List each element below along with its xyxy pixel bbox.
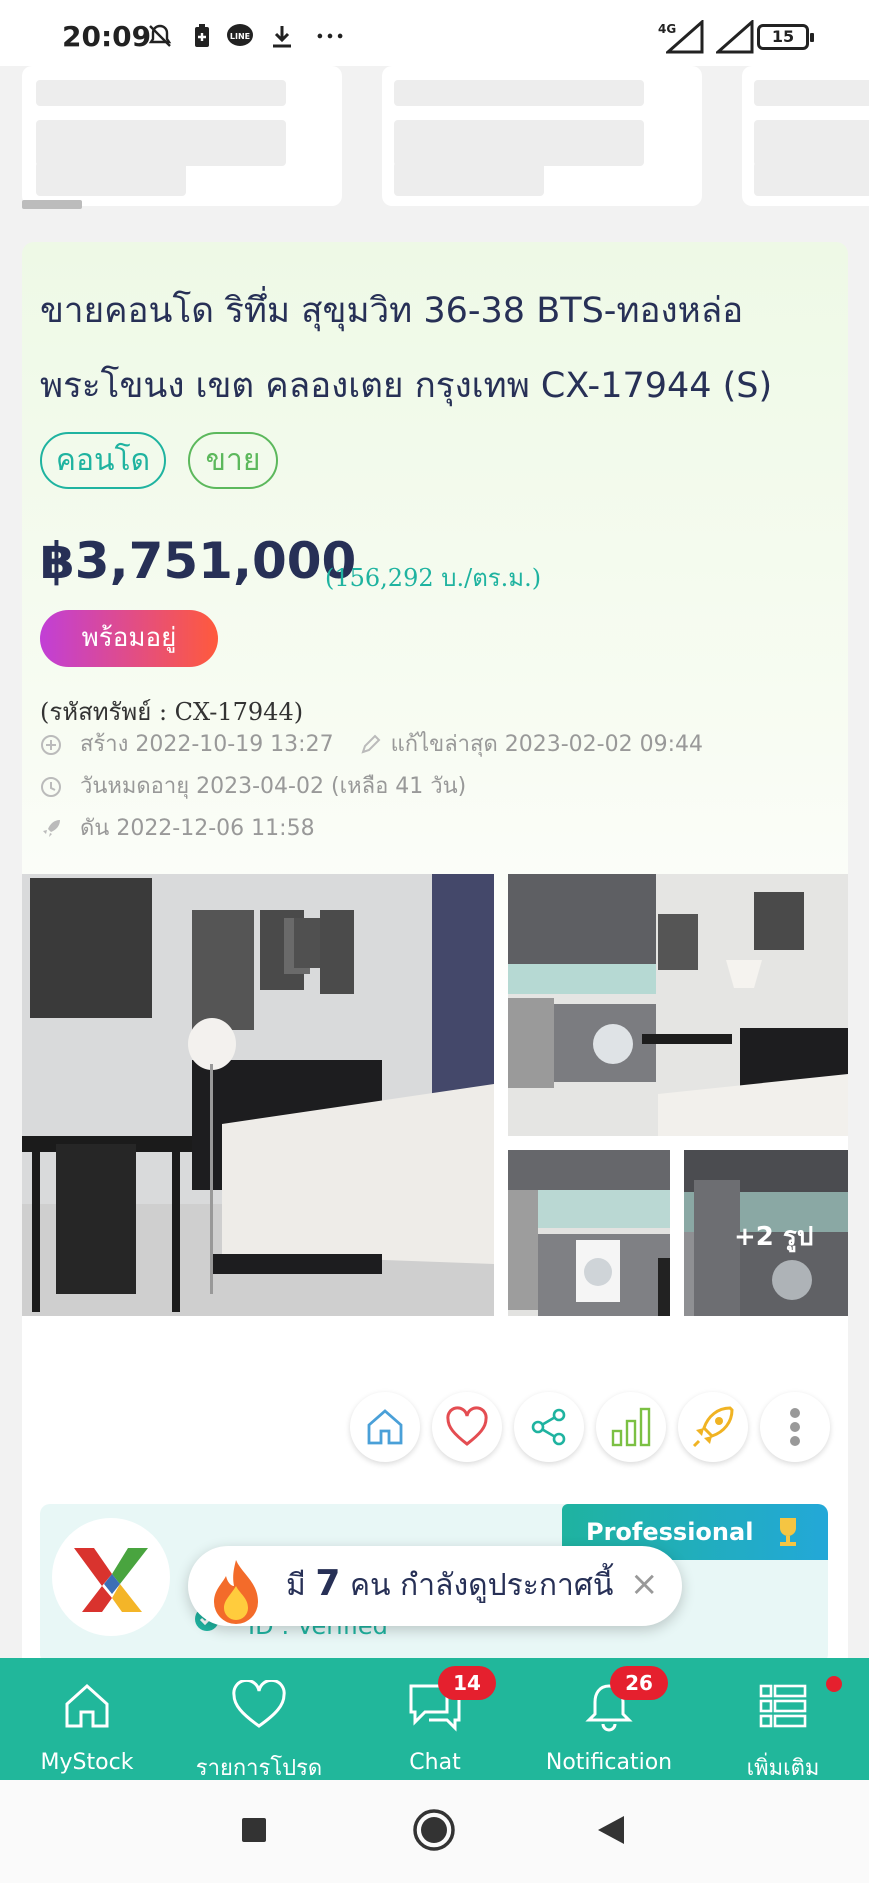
carousel-scroll-indicator (22, 200, 82, 209)
skeleton-card (382, 66, 702, 206)
more-vertical-icon (790, 1408, 800, 1446)
trophy-icon (780, 1518, 796, 1546)
main-photo[interactable] (22, 874, 494, 1316)
home-button-icon[interactable] (412, 1808, 456, 1852)
home-icon (65, 1683, 109, 1728)
mute-bell-icon (148, 24, 172, 47)
related-listings-carousel[interactable] (0, 66, 869, 211)
heart-icon (446, 1406, 488, 1446)
more-options-button[interactable] (760, 1392, 830, 1462)
price-per-sqm: (156,292 บ./ตร.ม.) (325, 564, 542, 592)
viewer-count: 7 (315, 1563, 341, 1604)
fire-icon (214, 1560, 258, 1624)
listing-title: ขายคอนโด ริทึ่ม สุขุมวิท 36-38 BTS-ทองหล… (40, 274, 820, 424)
more-photos-thumbnail[interactable]: +2 รูป (684, 1150, 848, 1316)
meta-expiry: วันหมดอายุ 2023-04-02 (เหลือ 41 วัน) (80, 774, 467, 799)
favorite-button[interactable] (432, 1392, 502, 1462)
pencil-icon (361, 734, 381, 754)
meta-created: สร้าง 2022-10-19 13:27 (80, 732, 334, 757)
download-icon (273, 26, 291, 48)
notification-badge: 26 (610, 1666, 668, 1700)
share-icon (531, 1408, 566, 1446)
boost-button[interactable] (678, 1392, 748, 1462)
recent-apps-icon[interactable] (240, 1816, 268, 1844)
nav-notification-label: Notification (545, 1750, 673, 1775)
line-icon: LINE (227, 24, 253, 46)
photo-thumbnail[interactable] (508, 1150, 670, 1316)
back-icon[interactable] (596, 1814, 626, 1846)
meta-boost-row: ดัน 2022-12-06 11:58 (40, 810, 315, 845)
agent-logo (52, 1518, 170, 1636)
nav-chat[interactable]: 14 Chat (360, 1658, 510, 1780)
nav-notification[interactable]: 26 Notification (534, 1658, 684, 1780)
tag-listing-type[interactable]: ขาย (188, 432, 278, 489)
toast-suffix: คน กำลังดูประกาศนี้ (349, 1568, 614, 1603)
toast-close-button[interactable]: × (630, 1564, 659, 1604)
skeleton-card (742, 66, 869, 206)
stats-icon (611, 1407, 651, 1447)
chat-badge: 14 (438, 1666, 496, 1700)
status-badge: พร้อมอยู่ (40, 610, 218, 667)
clock-icon (41, 777, 61, 797)
viewers-toast-text: มี 7 คน กำลังดูประกาศนี้ (286, 1562, 613, 1609)
boost-rocket-icon (692, 1406, 734, 1448)
nav-chat-label: Chat (409, 1750, 461, 1775)
plus-circle-icon (41, 735, 61, 755)
nav-more[interactable]: เพิ่มเติม (708, 1658, 858, 1781)
more-photos-label[interactable]: +2 รูป (734, 1216, 813, 1257)
listing-title-line-2: พระโขนง เขต คลองเตย กรุงเทพ CX-17944 (S) (40, 366, 773, 406)
professional-badge-label: Professional (586, 1518, 754, 1546)
rocket-icon (43, 820, 60, 837)
status-time: 20:09 (62, 20, 152, 53)
add-to-stock-button[interactable] (350, 1392, 420, 1462)
listing-title-line-1: ขายคอนโด ริทึ่ม สุขุมวิท 36-38 BTS-ทองหล… (40, 291, 744, 331)
photo-thumbnail[interactable] (508, 874, 848, 1136)
share-button[interactable] (514, 1392, 584, 1462)
menu-list-icon (759, 1684, 807, 1728)
toast-prefix: มี (286, 1568, 306, 1603)
meta-expiry-row: วันหมดอายุ 2023-04-02 (เหลือ 41 วัน) (40, 768, 466, 803)
nav-mystock[interactable]: MyStock (12, 1658, 162, 1780)
tag-property-type[interactable]: คอนโด (40, 432, 166, 489)
signal-icon (716, 20, 754, 54)
battery-icon: 15 (757, 24, 814, 50)
more-notification-dot (826, 1676, 842, 1692)
skeleton-card (22, 66, 342, 206)
more-dots-icon (317, 33, 343, 39)
home-icon (367, 1409, 403, 1445)
battery-saver-icon (195, 24, 209, 47)
statistics-button[interactable] (596, 1392, 666, 1462)
nav-favorites[interactable]: รายการโปรด (184, 1658, 334, 1781)
svg-text:LINE: LINE (230, 32, 250, 41)
heart-icon (232, 1680, 286, 1728)
nav-mystock-label: MyStock (40, 1750, 134, 1775)
meta-boosted: ดัน 2022-12-06 11:58 (80, 816, 315, 841)
meta-created-row: สร้าง 2022-10-19 13:27 แก้ไขล่าสุด 2023-… (40, 726, 703, 761)
listing-price: ฿3,751,000 (40, 532, 357, 590)
meta-edited: แก้ไขล่าสุด 2023-02-02 09:44 (390, 732, 703, 757)
signal-icon (666, 20, 704, 54)
